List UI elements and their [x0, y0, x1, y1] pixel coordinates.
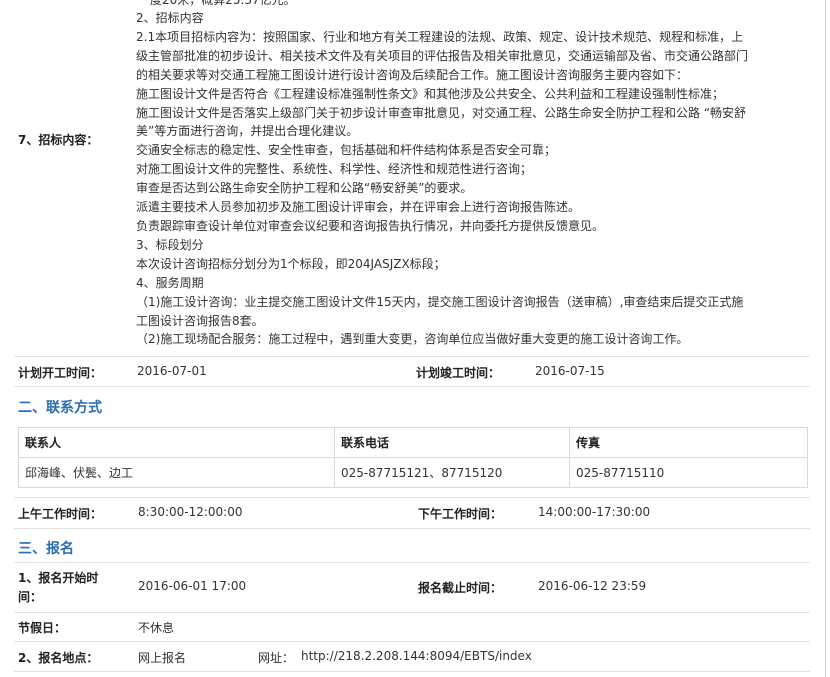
content-line: 4、服务周期 — [136, 275, 204, 290]
header-fax: 传真 — [569, 427, 808, 458]
registration-section-title: 三、报名 — [18, 541, 74, 557]
registration-url-link[interactable]: http://218.2.208.144:8094/EBTS/index — [301, 649, 532, 663]
registration-place-value: 网上报名 — [138, 651, 187, 665]
content-line: 负责跟踪审查设计单位对审查会议纪要和咨询报告执行情况，并向委托方提供反馈意见。 — [136, 218, 605, 233]
header-contact-phone: 联系电话 — [334, 427, 570, 458]
schedule-row: 计划开工时间： 2016-07-01 计划竣工时间： 2016-07-15 — [14, 356, 810, 387]
bidding-content-row: 度20米，概算25.37亿元。 7、招标内容： 2、招标内容 2.1本项目招标内容… — [14, 0, 810, 357]
planned-end-label: 计划竣工时间： — [416, 366, 501, 380]
contact-section-title: 二、联系方式 — [18, 400, 102, 416]
content-line: 级主管部批准的初步设计、相关技术文件及有关项目的评估报告及相关审批意见，交通运输… — [136, 48, 749, 63]
pm-hours-label: 下午工作时间： — [418, 507, 503, 521]
content-line: 审查是否达到公路生命安全防护工程和公路“畅安舒美”的要求。 — [136, 181, 473, 196]
planned-start-value: 2016-07-01 — [137, 364, 207, 378]
holiday-value: 不休息 — [138, 621, 175, 635]
tender-detail-page: 度20米，概算25.37亿元。 7、招标内容： 2、招标内容 2.1本项目招标内容… — [0, 0, 826, 677]
content-line: 2.1本项目招标内容为：按照国家、行业和地方有关工程建设的法规、政策、规定、设计… — [136, 29, 744, 44]
registration-place-label: 2、报名地点： — [18, 651, 99, 665]
content-line: 2、招标内容 — [136, 11, 204, 25]
bidding-content-text: 2、招标内容 2.1本项目招标内容为：按照国家、行业和地方有关工程建设的法规、政策… — [136, 9, 800, 349]
header-contact-person: 联系人 — [18, 427, 335, 458]
registration-place-row: 2、报名地点： 网上报名 网址： http://218.2.208.144:80… — [14, 641, 810, 672]
content-line: 交通安全标志的稳定性、安全性审查，包括基础和杆件结构体系是否安全可靠； — [136, 143, 557, 158]
truncated-line: 度20米，概算25.37亿元。 — [150, 0, 296, 7]
content-line: 美”等方面进行咨询，并提出合理化建议。 — [136, 124, 359, 139]
content-line: 对施工图设计文件的完整性、系统性、科学性、经济性和规范性进行咨询； — [136, 162, 533, 177]
am-hours-label: 上午工作时间： — [18, 507, 103, 521]
registration-start-label: 1、报名开始时间： — [18, 571, 99, 604]
am-hours-value: 8:30:00-12:00:00 — [138, 505, 243, 519]
planned-end-value: 2016-07-15 — [535, 364, 605, 378]
holiday-row: 节假日： 不休息 — [14, 611, 810, 642]
registration-start-value: 2016-06-01 17:00 — [138, 579, 247, 593]
content-line: 工图设计咨询报告8套。 — [136, 313, 264, 328]
content-line: 施工图设计文件是否符合《工程建设标准强制性条文》和其他涉及公共安全、公共利益和工… — [136, 86, 725, 101]
contact-table: 联系人 联系电话 传真 邱海峰、伏鬓、边工 025-87715121、87715… — [18, 427, 808, 488]
content-line: 的相关要求等对交通工程施工图设计进行设计咨询及后续配合工作。施工图设计咨询服务主… — [136, 67, 689, 82]
content-line: （2)施工现场配合服务：施工过程中，遇到重大变更，咨询单位应当做好重大变更的施工… — [136, 332, 689, 347]
content-line: 派遣主要技术人员参加初步及施工图设计评审会，并在评审会上进行咨询报告陈述。 — [136, 200, 581, 215]
content-line: 本次设计咨询招标分划分为1个标段，即204JASJZX标段； — [136, 256, 446, 271]
contact-fax: 025-87715110 — [569, 457, 808, 488]
holiday-label: 节假日： — [18, 621, 67, 635]
planned-start-label: 计划开工时间： — [18, 366, 103, 380]
work-hours-row: 上午工作时间： 8:30:00-12:00:00 下午工作时间： 14:00:0… — [14, 497, 810, 529]
contact-person: 邱海峰、伏鬓、边工 — [18, 457, 335, 488]
registration-time-row: 1、报名开始时间： 2016-06-01 17:00 报名截止时间： 2016-… — [14, 562, 810, 613]
registration-deadline-value: 2016-06-12 23:59 — [538, 579, 647, 593]
content-line: （1)施工设计咨询：业主提交施工图设计文件15天内，提交施工图设计咨询报告（送审… — [136, 294, 744, 309]
table-row: 邱海峰、伏鬓、边工 025-87715121、87715120 025-8771… — [18, 457, 808, 488]
registration-url-label: 网址： — [258, 651, 295, 665]
contact-phone: 025-87715121、87715120 — [334, 457, 570, 488]
contact-table-header: 联系人 联系电话 传真 — [18, 427, 808, 458]
pm-hours-value: 14:00:00-17:30:00 — [538, 505, 651, 519]
registration-deadline-label: 报名截止时间： — [418, 581, 503, 595]
content-line: 施工图设计文件是否落实上级部门关于初步设计审查审批意见，对交通工程、公路生命安全… — [136, 105, 747, 120]
content-line: 3、标段划分 — [136, 237, 204, 252]
bidding-content-label: 7、招标内容： — [18, 133, 99, 147]
